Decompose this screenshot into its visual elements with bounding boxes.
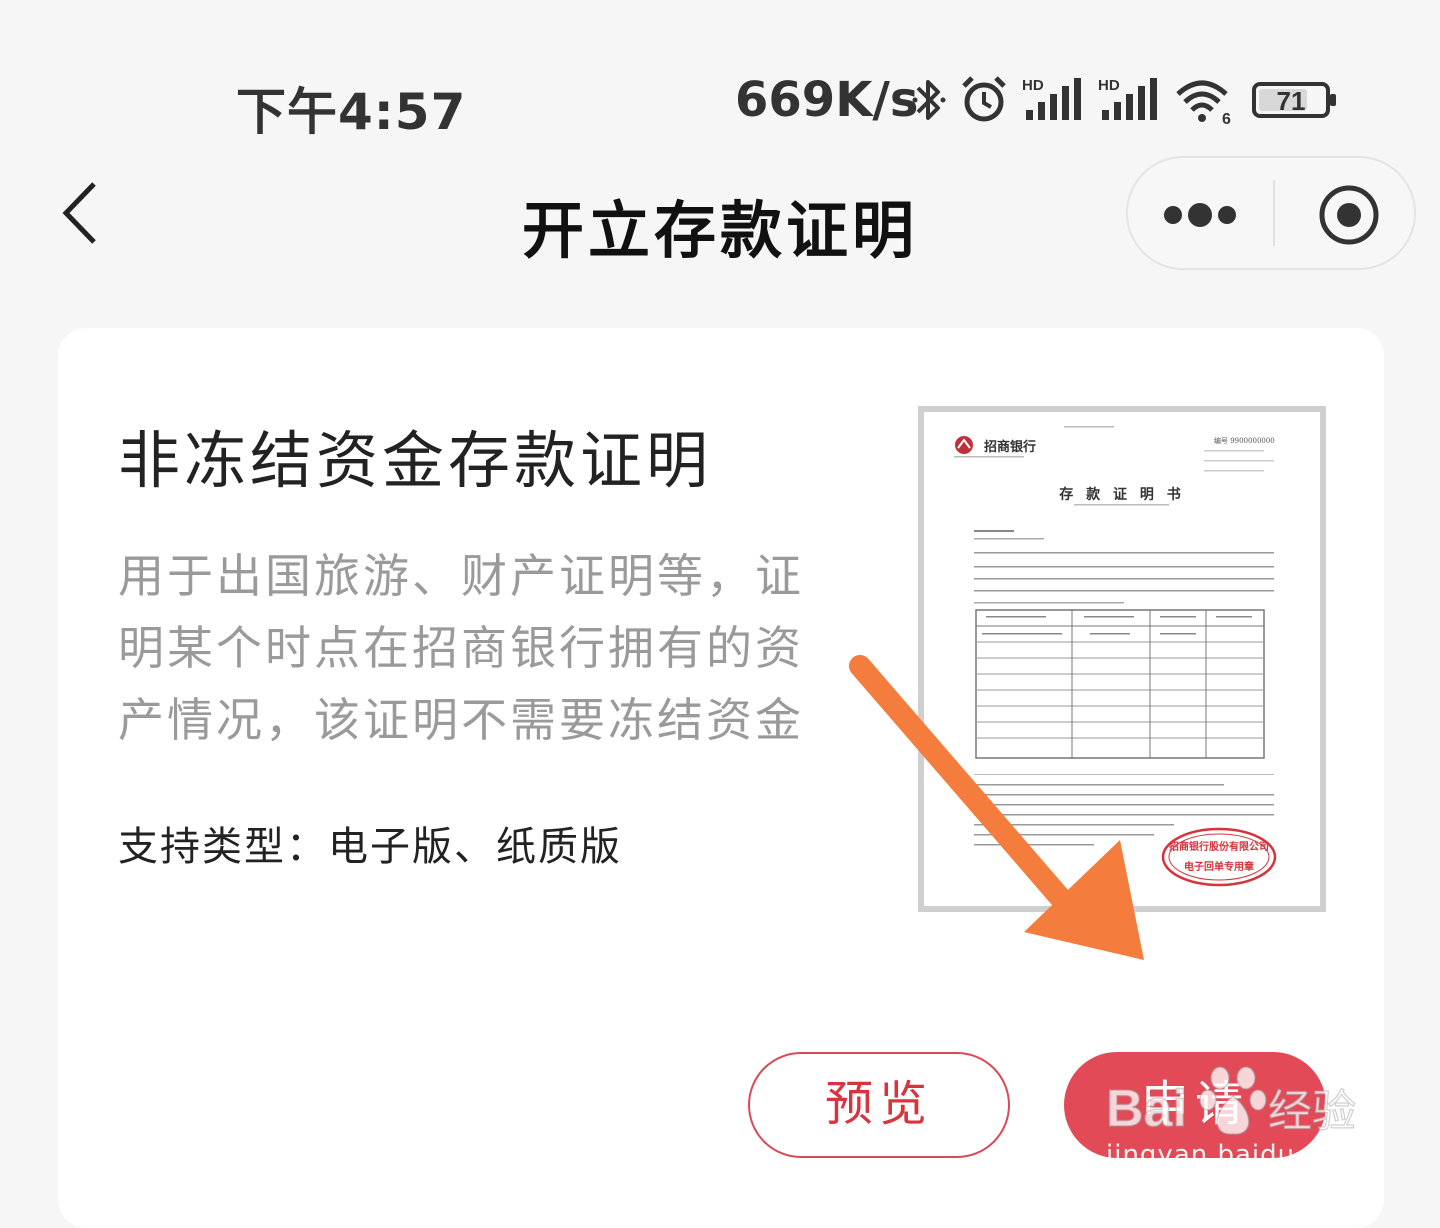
target-circle-icon — [1319, 185, 1379, 245]
signal-hd-icon: HD — [1098, 74, 1160, 130]
more-dots-icon — [1164, 203, 1236, 227]
alarm-icon — [960, 74, 1008, 130]
status-time: 下午4:57 — [236, 83, 467, 141]
bluetooth-icon — [912, 74, 946, 130]
card-title: 非冻结资金存款证明 — [118, 424, 713, 497]
svg-text:HD: HD — [1098, 77, 1120, 94]
certificate-number: 编号 9900000000 — [1214, 437, 1275, 445]
supported-types: 支持类型：电子版、纸质版 — [118, 824, 622, 870]
signal-hd-icon: HD — [1022, 74, 1084, 130]
status-icons: HD HD 6 71 — [912, 74, 1354, 130]
watermark-url: jingyan.baidu.com — [1106, 1140, 1363, 1170]
wifi6-icon: 6 — [1174, 74, 1236, 130]
nav-bar: 开立存款证明 — [0, 150, 1440, 280]
battery-level: 71 — [1277, 86, 1306, 116]
bank-logo-text: 招商银行 — [984, 440, 1037, 455]
card-description: 用于出国旅游、财产证明等，证明某个时点在招商银行拥有的资产情况，该证明不需要冻结… — [118, 549, 804, 747]
svg-text:6: 6 — [1222, 111, 1231, 126]
annotation-arrow-icon — [849, 655, 1144, 960]
network-speed: 669K/s — [735, 72, 919, 128]
more-button[interactable] — [1128, 158, 1273, 268]
close-button[interactable] — [1275, 158, 1415, 268]
status-bar: 下午4:57 669K/s HD HD 6 71 — [0, 60, 1440, 141]
battery-icon: 71 — [1250, 74, 1340, 130]
mini-program-capsule — [1126, 156, 1416, 270]
watermark-brand-text: 经验 — [1268, 1086, 1356, 1137]
preview-button[interactable]: 预览 — [748, 1052, 1010, 1158]
certificate-title: 存 款 证 明 书 — [1059, 487, 1185, 503]
svg-text:HD: HD — [1022, 77, 1044, 94]
svg-text:Bai: Bai — [1106, 1080, 1187, 1138]
